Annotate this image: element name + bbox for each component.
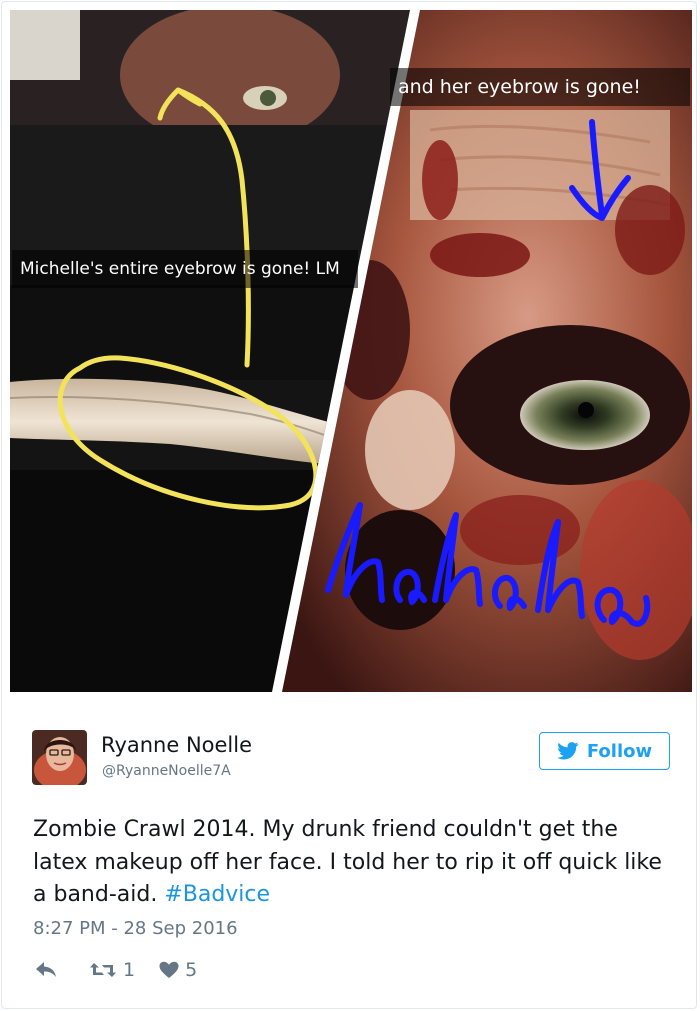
reply-icon [36, 962, 56, 977]
follow-button[interactable]: Follow [539, 732, 670, 770]
retweet-count: 1 [123, 959, 136, 981]
tweet-media-photo[interactable]: Michelle's entire eyebrow is gone! LM an… [10, 10, 692, 692]
author-name[interactable]: Ryanne Noelle [101, 733, 252, 757]
follow-label: Follow [586, 740, 653, 762]
photo-collage [10, 10, 692, 692]
tweet-card: Michelle's entire eyebrow is gone! LM an… [1, 1, 697, 1009]
retweet-button[interactable]: 1 [89, 959, 135, 981]
tweet-timestamp[interactable]: 8:27 PM - 28 Sep 2016 [33, 918, 238, 939]
like-count: 5 [185, 959, 198, 981]
hashtag-link[interactable]: #Badvice [164, 882, 270, 907]
like-button[interactable]: 5 [159, 959, 197, 981]
avatar[interactable] [32, 730, 87, 785]
tweet-body: Zombie Crawl 2014. My drunk friend could… [33, 817, 662, 907]
heart-icon [159, 961, 179, 978]
tweet-header: Ryanne Noelle @RyanneNoelle7A Follow [32, 730, 672, 786]
twitter-bird-icon [557, 742, 579, 760]
snap-caption-right: and her eyebrow is gone! [390, 68, 690, 106]
author-handle[interactable]: @RyanneNoelle7A [102, 763, 231, 779]
tweet-actions: 1 5 [35, 957, 197, 983]
retweet-icon [90, 963, 116, 977]
tweet-text: Zombie Crawl 2014. My drunk friend could… [33, 814, 673, 912]
snap-caption-left: Michelle's entire eyebrow is gone! LM [12, 250, 358, 288]
reply-button[interactable] [35, 961, 57, 979]
